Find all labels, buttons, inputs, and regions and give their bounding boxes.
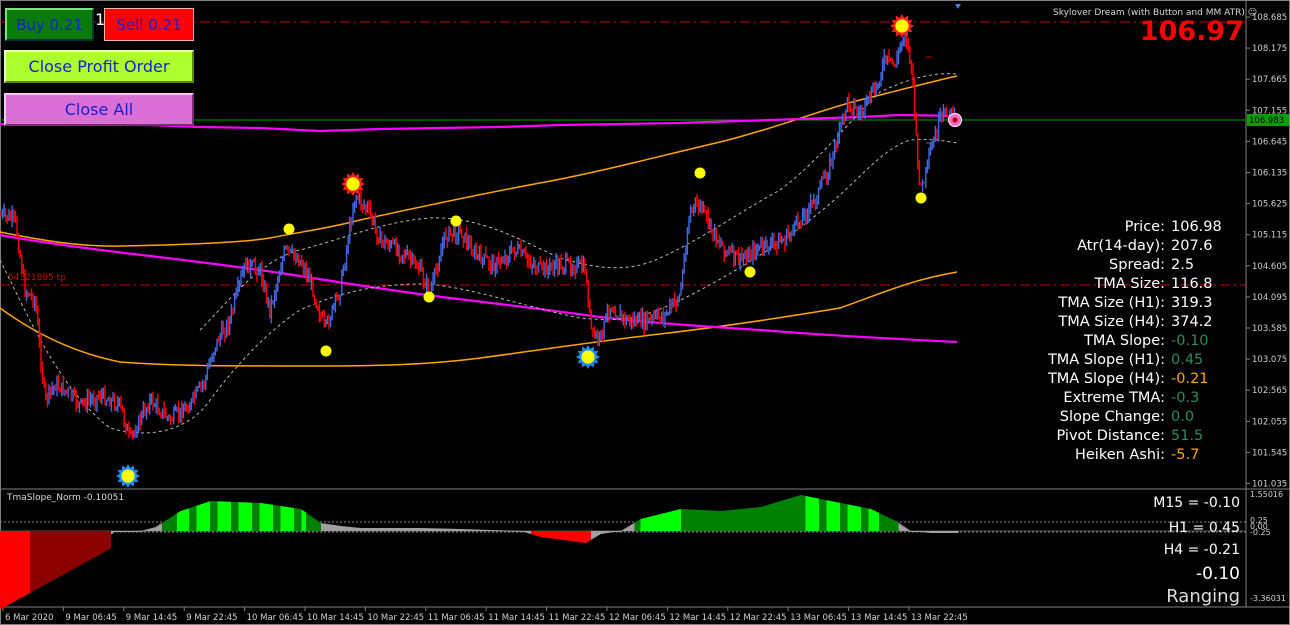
time-tick-label: 12 Mar 14:45: [669, 613, 726, 623]
stat-value: 0.45: [1171, 352, 1204, 368]
time-tick-label: 9 Mar 14:45: [126, 613, 177, 623]
sell-button[interactable]: Sell 0.21: [104, 8, 194, 41]
price-tick-label: 106.135: [1252, 169, 1287, 179]
price-axis: 108.685108.175107.665107.155106.645106.1…: [1246, 13, 1289, 490]
stat-row: Price: 106.98: [980, 219, 1240, 238]
price-tick-label: 102.055: [1252, 417, 1287, 427]
price-tick-label: 104.095: [1252, 293, 1287, 303]
stat-value: 0.0: [1171, 409, 1195, 425]
time-tick-label: 12 Mar 06:45: [609, 613, 666, 623]
stat-value: 106.98: [1171, 219, 1222, 235]
time-tick-label: 13 Mar 06:45: [790, 613, 847, 623]
price-tick-label: 105.625: [1252, 200, 1287, 210]
time-axis: 6 Mar 2020 9 Mar 06:45 9 Mar 14:45 9 Mar 22…: [2, 607, 968, 623]
stat-row: Heiken Ashi: -5.7: [980, 447, 1240, 466]
price-tick-label: 103.075: [1252, 355, 1287, 365]
time-tick-label: 11 Mar 06:45: [428, 613, 485, 623]
close-all-button[interactable]: Close All: [4, 93, 194, 126]
market-state-label: Ranging: [1166, 586, 1240, 607]
stat-label: Heiken Ashi:: [1074, 447, 1165, 463]
price-tick-label: 107.665: [1252, 75, 1287, 85]
stat-row: TMA Size: 116.8: [980, 276, 1240, 295]
h1-slope-label: H1 = 0.45: [1168, 520, 1240, 536]
big-price: 106.97: [1139, 16, 1244, 47]
price-tick-label: 103.585: [1252, 324, 1287, 334]
tma-center-line: [0, 233, 958, 344]
stat-label: TMA Size:: [1094, 276, 1165, 292]
stat-label: TMA Slope (H1):: [1047, 352, 1165, 368]
stat-row: Extreme TMA: -0.3: [980, 390, 1240, 409]
stat-value: 374.2: [1171, 314, 1213, 330]
stat-label: Extreme TMA:: [1063, 390, 1165, 406]
stat-row: Spread: 2.5: [980, 257, 1240, 276]
stat-row: TMA Size (H1): 319.3: [980, 295, 1240, 314]
stat-label: Atr(14-day):: [1077, 238, 1165, 254]
short-tma-upper: [199, 73, 958, 331]
stat-row: Pivot Distance: 51.5: [980, 428, 1240, 447]
stat-value: -0.3: [1171, 390, 1200, 406]
stat-label: TMA Size (H1):: [1058, 295, 1165, 311]
time-tick-label: 6 Mar 2020: [5, 613, 53, 623]
stat-label: TMA Size (H4):: [1058, 314, 1165, 330]
stat-value: -0.10: [1171, 333, 1209, 349]
time-tick-label: 13 Mar 22:45: [911, 613, 968, 623]
price-tick-label: 101.545: [1252, 448, 1287, 458]
current-price-tag-label: 106.983: [1249, 116, 1284, 126]
m15-slope-label: M15 = -0.10: [1153, 495, 1240, 511]
stat-row: Slope Change: 0.0: [980, 409, 1240, 428]
close-profit-order-button[interactable]: Close Profit Order: [4, 50, 194, 83]
price-tick-label: 104.605: [1252, 262, 1287, 272]
h4-slope-label: H4 = -0.21: [1163, 542, 1240, 558]
buy-button[interactable]: Buy 0.21: [5, 8, 94, 41]
stat-value: 207.6: [1171, 238, 1213, 254]
chart-shift-marker: [955, 4, 961, 9]
time-tick-label: 12 Mar 22:45: [730, 613, 787, 623]
stat-label: Spread:: [1109, 257, 1165, 273]
price-tick-label: 101.035: [1252, 480, 1287, 490]
stat-label: Slope Change:: [1059, 409, 1165, 425]
tma-lower-band: [0, 271, 958, 367]
time-tick-label: 11 Mar 14:45: [488, 613, 545, 623]
tp-label: 54321895 tp: [8, 273, 66, 283]
stat-value: 319.3: [1171, 295, 1213, 311]
stat-row: TMA Slope (H1): 0.45: [980, 352, 1240, 371]
stat-value: -0.21: [1171, 371, 1209, 387]
stat-value: -5.7: [1171, 447, 1200, 463]
stat-row: TMA Size (H4): 374.2: [980, 314, 1240, 333]
stat-label: Price:: [1124, 219, 1165, 235]
slope-value: -0.10: [1196, 564, 1240, 584]
price-tick-label: 105.115: [1252, 231, 1287, 241]
subwindow-title: TmaSlope_Norm -0.10051: [7, 493, 125, 503]
stat-label: Pivot Distance:: [1056, 428, 1166, 444]
short-tma-lower: [0, 138, 958, 434]
stat-row: Atr(14-day): 207.6: [980, 238, 1240, 257]
time-tick-label: 10 Mar 22:45: [367, 613, 424, 623]
time-tick-label: 9 Mar 06:45: [65, 613, 116, 623]
stat-label: TMA Slope (H4):: [1047, 371, 1165, 387]
stat-row: TMA Slope: -0.10: [980, 333, 1240, 352]
stat-label: TMA Slope:: [1083, 333, 1165, 349]
time-tick-label: 9 Mar 22:45: [186, 613, 237, 623]
time-tick-label: 11 Mar 22:45: [549, 613, 606, 623]
stat-value: 51.5: [1171, 428, 1204, 444]
stat-row: TMA Slope (H4): -0.21: [980, 371, 1240, 390]
stat-value: 2.5: [1171, 257, 1195, 273]
time-tick-label: 10 Mar 14:45: [307, 613, 364, 623]
indicator-settings-icon[interactable]: ☺: [1248, 8, 1257, 18]
price-tick-label: 102.565: [1252, 386, 1287, 396]
time-tick-label: 10 Mar 06:45: [247, 613, 304, 623]
price-tick-label: 106.645: [1252, 137, 1287, 147]
price-tick-label: 108.685: [1252, 13, 1287, 23]
stat-value: 116.8: [1171, 276, 1213, 292]
time-tick-label: 13 Mar 14:45: [851, 613, 908, 623]
price-tick-label: 108.175: [1252, 44, 1287, 54]
